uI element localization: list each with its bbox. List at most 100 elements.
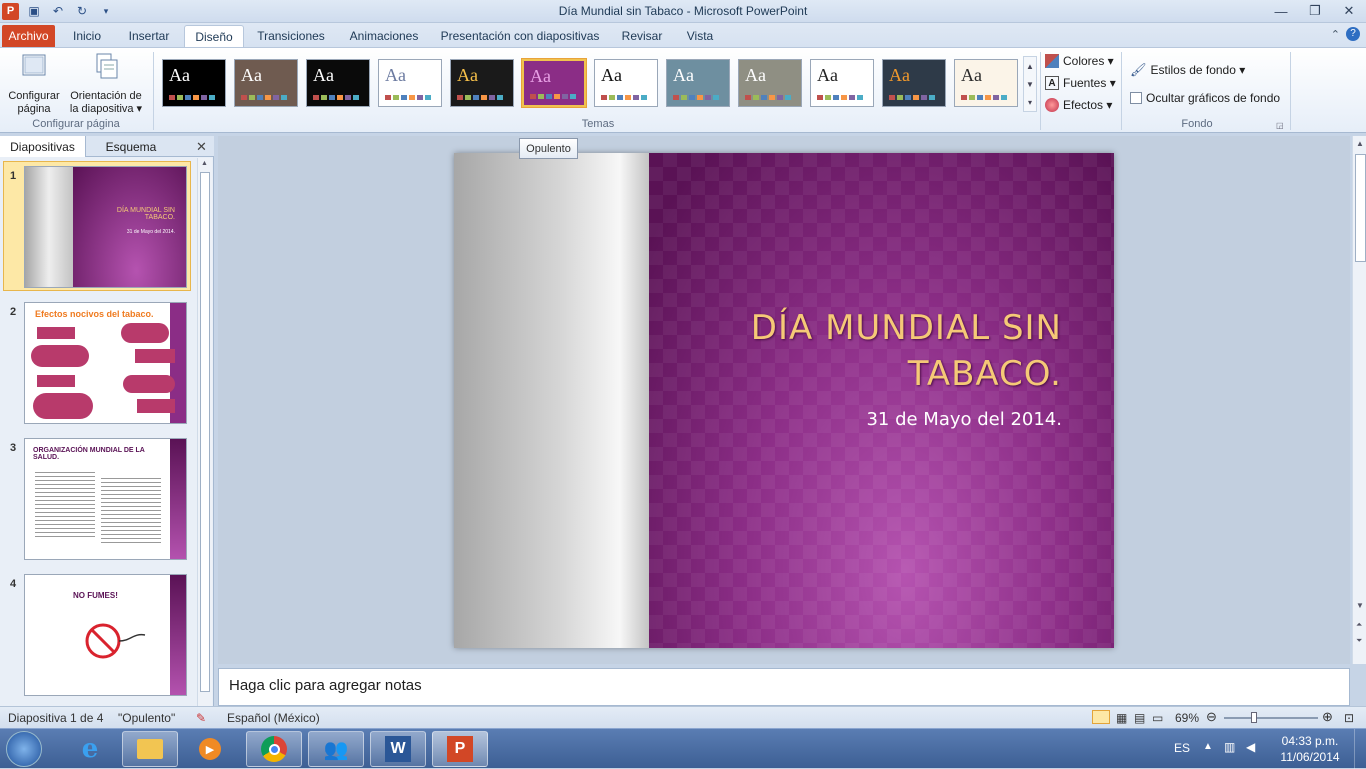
theme-thumbnail[interactable]: Aa: [522, 59, 586, 107]
restore-button[interactable]: ❐: [1298, 0, 1332, 22]
theme-aa-sample: Aa: [530, 66, 551, 86]
slide-thumbnail-2[interactable]: Efectos nocivos del tabaco.: [24, 302, 187, 424]
word-icon[interactable]: W: [370, 731, 426, 767]
no-smoking-icon: [85, 623, 146, 659]
network-icon[interactable]: ▥: [1224, 740, 1235, 754]
slide-thumbnail-3[interactable]: ORGANIZACIÓN MUNDIAL DE LA SALUD.: [24, 438, 187, 560]
theme-aa-sample: Aa: [745, 65, 766, 85]
tab-revisar[interactable]: Revisar: [614, 25, 670, 47]
theme-thumbnail[interactable]: Aa: [378, 59, 442, 107]
start-button[interactable]: [6, 731, 42, 767]
theme-thumbnail[interactable]: Aa: [306, 59, 370, 107]
notes-pane[interactable]: Haga clic para agregar notas: [218, 668, 1350, 706]
slide-sorter-icon[interactable]: ▦: [1116, 711, 1127, 725]
fonts-icon: A: [1045, 76, 1059, 90]
scroll-down-icon[interactable]: ▼: [1356, 601, 1364, 610]
clock-time[interactable]: 04:33 p.m.: [1280, 734, 1340, 748]
dialog-launcher-icon[interactable]: ◲: [1276, 121, 1284, 130]
tab-diapositivas[interactable]: Diapositivas: [0, 136, 86, 157]
slide-thumbnail-4[interactable]: NO FUMES!: [24, 574, 187, 696]
reading-view-icon[interactable]: ▤: [1134, 711, 1145, 725]
tab-diseno[interactable]: Diseño: [184, 25, 244, 47]
fit-to-window-icon[interactable]: ⊡: [1344, 711, 1354, 725]
slide-thumbnail-1[interactable]: DÍA MUNDIAL SIN TABACO. 31 de Mayo del 2…: [24, 166, 187, 288]
gallery-more-icon[interactable]: ▾: [1028, 98, 1032, 107]
theme-thumbnail[interactable]: Aa: [954, 59, 1018, 107]
clock-date[interactable]: 11/06/2014: [1280, 750, 1340, 764]
orientacion-label: Orientación de la diapositiva ▾: [69, 90, 143, 115]
colors-icon: [1045, 54, 1059, 68]
theme-aa-sample: Aa: [457, 65, 478, 85]
theme-aa-sample: Aa: [961, 65, 982, 85]
zoom-slider-thumb[interactable]: [1251, 712, 1257, 723]
media-player-icon[interactable]: ▶: [182, 731, 238, 767]
zoom-in-icon[interactable]: ⊕: [1322, 709, 1333, 725]
tab-transiciones[interactable]: Transiciones: [250, 25, 332, 47]
show-desktop-button[interactable]: [1354, 729, 1366, 769]
group-label-fondo: Fondo: [1181, 118, 1213, 130]
theme-thumbnail[interactable]: Aa: [234, 59, 298, 107]
powerpoint-taskbar-icon[interactable]: P: [432, 731, 488, 767]
theme-thumbnail[interactable]: Aa: [594, 59, 658, 107]
volume-icon[interactable]: ◀: [1246, 740, 1255, 754]
gallery-down-icon[interactable]: ▼: [1026, 80, 1034, 89]
slideshow-icon[interactable]: ▭: [1152, 711, 1163, 725]
help-icon[interactable]: ?: [1346, 27, 1360, 41]
prev-slide-icon[interactable]: ⏶: [1356, 620, 1362, 630]
zoom-out-icon[interactable]: ⊖: [1206, 709, 1217, 725]
tab-insertar[interactable]: Insertar: [120, 25, 178, 47]
chrome-icon[interactable]: [246, 731, 302, 767]
theme-thumbnail[interactable]: Aa: [882, 59, 946, 107]
thumb-title: Efectos nocivos del tabaco.: [35, 309, 154, 319]
tab-esquema[interactable]: Esquema: [86, 136, 176, 157]
theme-thumbnail[interactable]: Aa: [450, 59, 514, 107]
fuentes-button[interactable]: A Fuentes ▾: [1045, 76, 1116, 90]
close-button[interactable]: ✕: [1332, 0, 1366, 22]
themes-gallery-scroll[interactable]: ▲ ▼ ▾: [1023, 56, 1037, 112]
slide-title-line-2: TABACO.: [907, 354, 1062, 394]
editor-scrollbar[interactable]: ▲ ▼ ⏶ ⏷: [1352, 136, 1366, 664]
minimize-button[interactable]: —: [1264, 0, 1298, 22]
configurar-pagina-button[interactable]: Configurar página: [4, 52, 64, 116]
spellcheck-icon[interactable]: ✎: [196, 711, 206, 725]
colores-button[interactable]: Colores ▾: [1045, 54, 1114, 68]
next-slide-icon[interactable]: ⏷: [1356, 636, 1362, 646]
zoom-level[interactable]: 69%: [1175, 711, 1199, 725]
close-pane-icon[interactable]: ✕: [196, 139, 207, 155]
slide-title[interactable]: DÍA MUNDIAL SIN TABACO.: [682, 305, 1062, 397]
slide-number: 2: [10, 306, 17, 318]
theme-thumbnail[interactable]: Aa: [162, 59, 226, 107]
slides-pane-scrollbar[interactable]: ▲: [197, 158, 212, 706]
gallery-up-icon[interactable]: ▲: [1026, 62, 1034, 71]
tab-animaciones[interactable]: Animaciones: [340, 25, 428, 47]
minimize-ribbon-icon[interactable]: ⌃: [1331, 28, 1340, 41]
zoom-slider[interactable]: [1224, 717, 1318, 719]
checkbox-icon[interactable]: [1130, 92, 1142, 104]
input-language[interactable]: ES: [1174, 741, 1190, 755]
group-label-temas: Temas: [581, 118, 615, 130]
theme-name: "Opulento": [118, 711, 176, 725]
tab-presentacion[interactable]: Presentación con diapositivas: [436, 25, 604, 47]
theme-thumbnail[interactable]: Aa: [810, 59, 874, 107]
theme-thumbnail[interactable]: Aa: [738, 59, 802, 107]
show-hidden-icons-icon[interactable]: ▲: [1203, 741, 1213, 752]
theme-aa-sample: Aa: [889, 65, 910, 85]
fuentes-label: Fuentes ▾: [1063, 76, 1116, 90]
theme-thumbnail[interactable]: Aa: [666, 59, 730, 107]
estilos-fondo-button[interactable]: 🖌 Estilos de fondo ▾: [1130, 62, 1245, 78]
normal-view-icon[interactable]: [1092, 710, 1110, 724]
tab-vista[interactable]: Vista: [678, 25, 722, 47]
messenger-icon[interactable]: 👥: [308, 731, 364, 767]
language-indicator[interactable]: Español (México): [227, 711, 320, 725]
file-explorer-icon[interactable]: [122, 731, 178, 767]
scroll-up-icon[interactable]: ▲: [1356, 139, 1364, 148]
efectos-button[interactable]: Efectos ▾: [1045, 98, 1112, 112]
theme-aa-sample: Aa: [817, 65, 838, 85]
slide-canvas[interactable]: DÍA MUNDIAL SIN TABACO. 31 de Mayo del 2…: [454, 153, 1114, 648]
tab-inicio[interactable]: Inicio: [62, 25, 112, 47]
ocultar-graficos-checkbox[interactable]: Ocultar gráficos de fondo: [1130, 91, 1280, 105]
tab-archivo[interactable]: Archivo: [2, 25, 55, 47]
internet-explorer-icon[interactable]: e: [62, 731, 118, 767]
orientacion-button[interactable]: Orientación de la diapositiva ▾: [66, 52, 146, 116]
slide-subtitle[interactable]: 31 de Mayo del 2014.: [682, 409, 1062, 430]
